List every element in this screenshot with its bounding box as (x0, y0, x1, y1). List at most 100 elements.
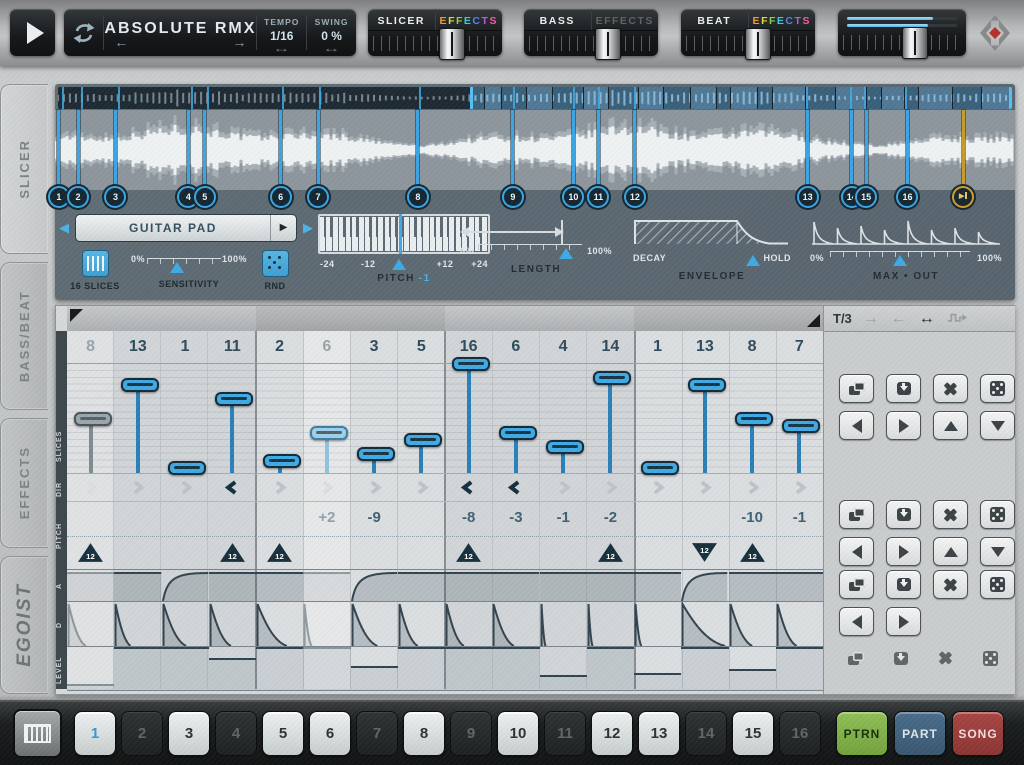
sensitivity-control[interactable]: 0% 100% SENSITIVITY (131, 250, 247, 291)
step-slice-number-14[interactable]: 13 (681, 331, 728, 363)
level-cell-9[interactable] (445, 647, 493, 690)
step-slice-number-10[interactable]: 6 (492, 331, 539, 363)
slice-marker-6[interactable]: 6 (269, 110, 292, 210)
pitch-value-15[interactable]: -10 (729, 501, 776, 536)
slice-fader-12[interactable] (587, 363, 634, 473)
pitch-value-1[interactable] (67, 501, 114, 536)
dir-toggle-11[interactable] (540, 473, 587, 501)
slice-fader-14[interactable] (681, 363, 728, 473)
decay-cell-12[interactable] (587, 602, 634, 647)
slice-fader-2[interactable] (114, 363, 161, 473)
play-mode-random[interactable] (947, 309, 968, 329)
pitch-value-8[interactable] (398, 501, 445, 536)
pitch-value-4[interactable] (209, 501, 256, 536)
decay-cell-8[interactable] (398, 602, 445, 647)
attack-cell-8[interactable] (397, 570, 445, 602)
step-slice-number-4[interactable]: 11 (209, 331, 256, 363)
level-cell-7[interactable] (350, 647, 398, 690)
attack-cell-11[interactable] (539, 570, 587, 602)
step-slice-number-7[interactable]: 3 (351, 331, 398, 363)
level-cell-10[interactable] (492, 647, 540, 690)
slice-fader-9[interactable] (445, 357, 492, 473)
dir-toggle-15[interactable] (729, 473, 776, 501)
attack-cell-15[interactable] (728, 570, 776, 602)
slice-fader-11[interactable] (540, 363, 587, 473)
slices-tools-up-button[interactable] (933, 411, 968, 440)
attack-cell-10[interactable] (492, 570, 540, 602)
env-tools-left-button[interactable] (839, 607, 874, 636)
level-cell-8[interactable] (397, 647, 445, 690)
attack-cell-14[interactable] (681, 570, 728, 602)
slice-marker-15[interactable]: 15 (855, 110, 878, 210)
waveform-overview[interactable] (58, 87, 1012, 109)
octave-cell-12[interactable]: 12 (587, 536, 634, 569)
level-cell-16[interactable] (775, 647, 823, 690)
pitch-tools-clear-button[interactable] (933, 500, 968, 529)
level-cell-15[interactable] (728, 647, 776, 690)
pattern-button-14[interactable]: 14 (685, 711, 727, 756)
step-slice-number-15[interactable]: 8 (729, 331, 776, 363)
octave-cell-16[interactable] (776, 536, 823, 569)
decay-cell-1[interactable] (67, 602, 114, 647)
slices-tools-left-button[interactable] (839, 411, 874, 440)
octave-cell-8[interactable] (398, 536, 445, 569)
page-right-corner-icon[interactable] (807, 314, 820, 327)
slice-marker-2[interactable]: 2 (67, 110, 90, 210)
slice-fader-16[interactable] (776, 363, 823, 473)
dir-toggle-2[interactable] (114, 473, 161, 501)
mixer-beat-label[interactable]: BEAT (681, 9, 748, 30)
keyboard-mode-button[interactable] (13, 709, 62, 758)
pattern-button-9[interactable]: 9 (450, 711, 492, 756)
mixer-slicer-fader[interactable] (373, 28, 497, 60)
octave-cell-9[interactable]: 12 (445, 536, 492, 569)
length-control[interactable]: 0% 100% LENGTH (460, 220, 612, 275)
pattern-button-12[interactable]: 12 (591, 711, 633, 756)
decay-cell-6[interactable] (303, 602, 350, 647)
dir-toggle-13[interactable] (634, 473, 681, 501)
slice-marker-12[interactable]: 12 (623, 110, 646, 210)
attack-cell-16[interactable] (775, 570, 823, 602)
sidebar-tab-bass-beat[interactable]: BASS/BEAT (0, 262, 48, 410)
level-tools-copy-button[interactable] (839, 647, 872, 669)
octave-cell-10[interactable] (492, 536, 539, 569)
decay-cell-5[interactable] (256, 602, 303, 647)
pattern-button-13[interactable]: 13 (638, 711, 680, 756)
play-mode-forward[interactable]: → (863, 309, 879, 329)
octave-cell-3[interactable] (162, 536, 209, 569)
slice-fader-15[interactable] (729, 363, 776, 473)
attack-cell-4[interactable] (208, 570, 256, 602)
octave-cell-13[interactable] (634, 536, 681, 569)
attack-cell-9[interactable] (445, 570, 493, 602)
pattern-button-3[interactable]: 3 (168, 711, 210, 756)
pitch-value-5[interactable] (256, 501, 303, 536)
step-slice-number-16[interactable]: 7 (776, 331, 823, 363)
decay-cell-14[interactable] (681, 602, 728, 647)
octave-cell-4[interactable]: 12 (209, 536, 256, 569)
pitch-value-16[interactable]: -1 (776, 501, 823, 536)
pattern-button-15[interactable]: 15 (732, 711, 774, 756)
next-sample-icon[interactable]: ▶ (303, 220, 313, 236)
pitch-value-7[interactable]: -9 (351, 501, 398, 536)
env-tools-paste-button[interactable] (886, 570, 921, 599)
level-cell-4[interactable] (208, 647, 256, 690)
mixer-bass-fader[interactable] (529, 28, 653, 60)
slice-marker-7[interactable]: 7 (307, 110, 330, 210)
pitch-value-11[interactable]: -1 (540, 501, 587, 536)
step-slice-number-5[interactable]: 2 (256, 331, 303, 363)
decay-cell-13[interactable] (634, 602, 681, 647)
env-tools-right-button[interactable] (886, 607, 921, 636)
sidebar-tab-egoist[interactable]: EGOIST (0, 556, 48, 694)
slice-fader-8[interactable] (398, 363, 445, 473)
play-mode-pingpong[interactable]: ↔ (919, 309, 935, 329)
mode-button-ptrn[interactable]: PTRN (836, 711, 888, 756)
pattern-button-8[interactable]: 8 (403, 711, 445, 756)
decay-cell-11[interactable] (540, 602, 587, 647)
env-tools-clear-button[interactable] (933, 570, 968, 599)
slice-marker-8[interactable]: 8 (406, 110, 429, 210)
level-tools-random-button[interactable] (974, 647, 1007, 669)
mixer-slicer-effects-toggle[interactable]: EFFECTS (434, 9, 503, 30)
pattern-button-6[interactable]: 6 (309, 711, 351, 756)
level-cell-3[interactable] (161, 647, 209, 690)
dir-toggle-3[interactable] (162, 473, 209, 501)
pitch-value-13[interactable] (634, 501, 681, 536)
